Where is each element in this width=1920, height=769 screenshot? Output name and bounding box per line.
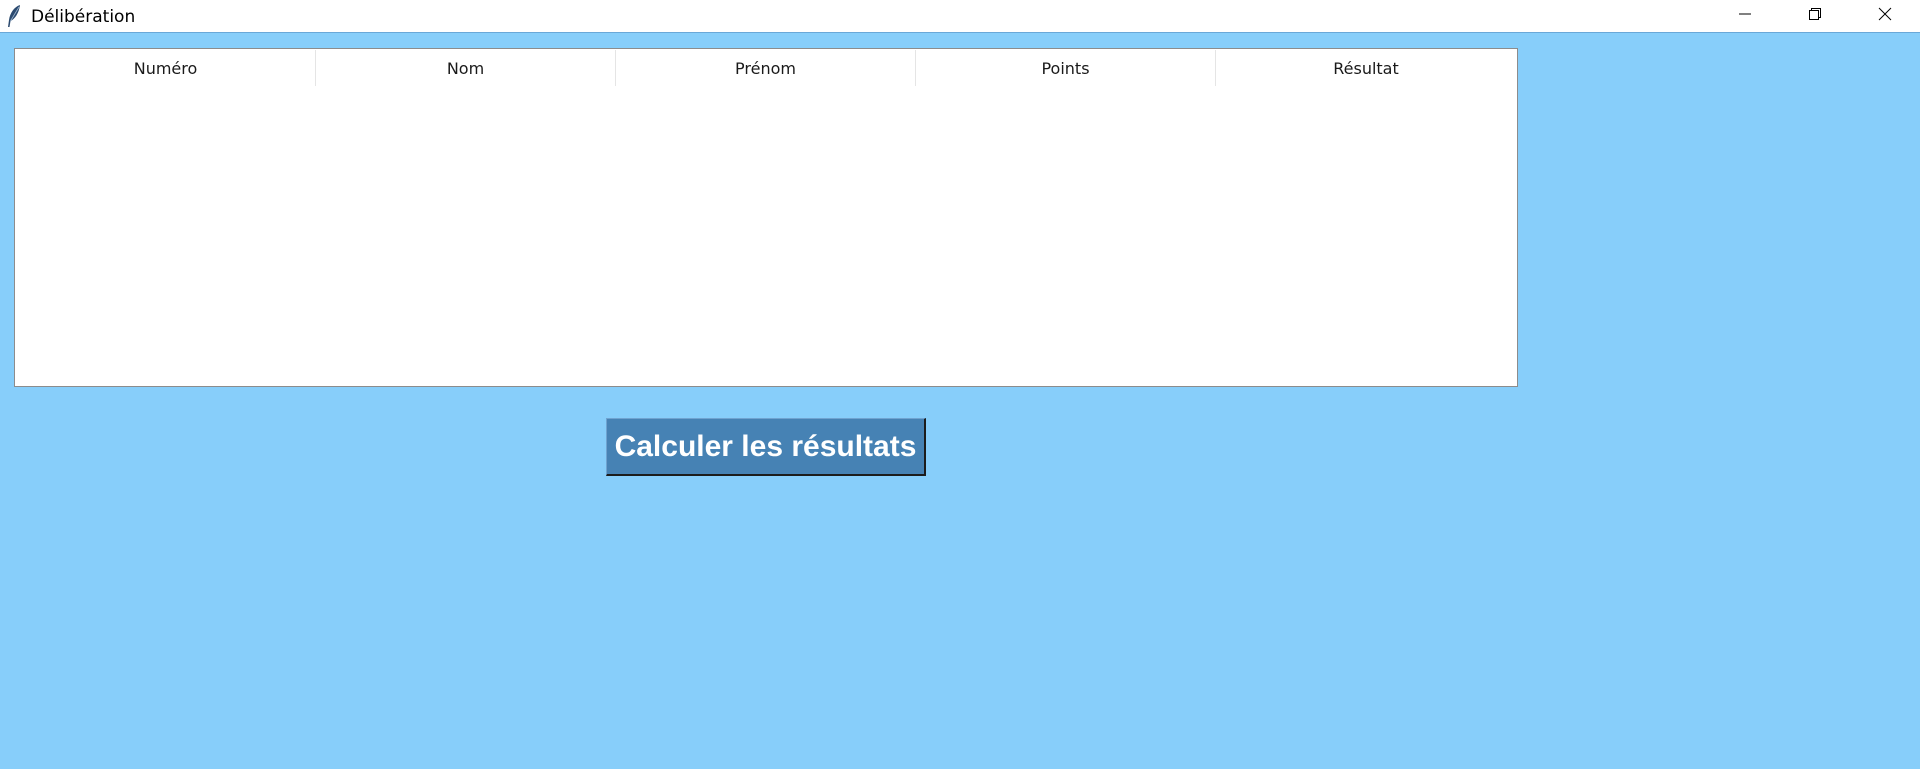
table-header: Numéro Nom Prénom Points Résultat <box>16 50 1516 86</box>
column-header-points[interactable]: Points <box>916 50 1216 86</box>
close-button[interactable] <box>1850 0 1920 32</box>
close-icon <box>1878 7 1892 26</box>
restore-button[interactable] <box>1780 0 1850 32</box>
title-bar[interactable]: Délibération <box>0 0 1920 33</box>
table-body[interactable] <box>16 86 1516 385</box>
column-header-numero[interactable]: Numéro <box>16 50 316 86</box>
minimize-icon <box>1738 7 1752 26</box>
minimize-button[interactable] <box>1710 0 1780 32</box>
calculate-results-button[interactable]: Calculer les résultats <box>606 418 926 476</box>
results-table[interactable]: Numéro Nom Prénom Points Résultat <box>14 48 1518 387</box>
column-header-nom[interactable]: Nom <box>316 50 616 86</box>
column-header-resultat[interactable]: Résultat <box>1216 50 1516 86</box>
feather-icon <box>6 4 22 28</box>
app-window: Délibération Numéro Nom Prénom Points Ré… <box>0 0 1920 769</box>
window-title: Délibération <box>31 7 136 27</box>
column-header-prenom[interactable]: Prénom <box>616 50 916 86</box>
restore-icon <box>1808 7 1822 26</box>
